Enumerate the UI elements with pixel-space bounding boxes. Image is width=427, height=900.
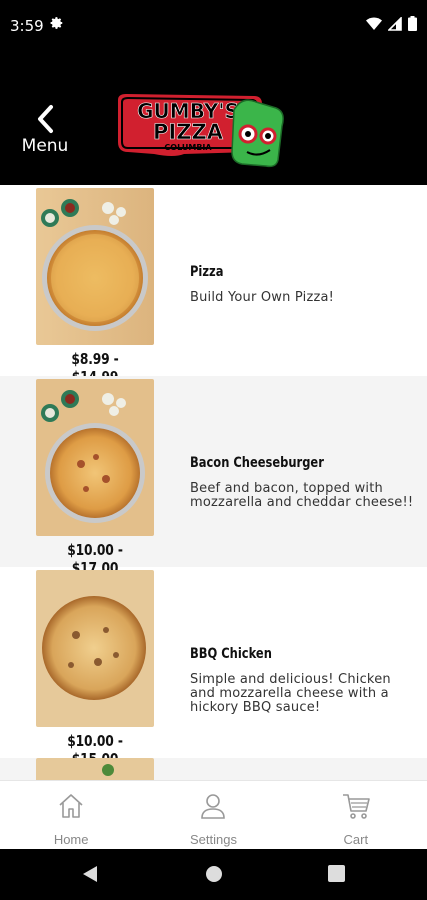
back-button[interactable]: Menu [18,104,72,158]
recents-square-icon[interactable] [328,865,345,887]
item-title: Pizza [190,264,224,280]
battery-icon [408,16,417,36]
item-description: Beef and bacon, topped with mozzarella a… [190,481,414,510]
tab-cart-label: Cart [343,832,369,847]
menu-item-pizza[interactable]: $8.99 - $14.99 Pizza Build Your Own Pizz… [0,185,427,386]
menu-item-bbq-chicken[interactable]: $10.00 - $15.00 BBQ Chicken Simple and d… [0,567,427,768]
item-description: Build Your Own Pizza! [190,290,335,305]
tab-cart[interactable]: Cart [285,781,427,849]
back-label: Menu [21,136,69,156]
status-bar: 3:59 [0,0,427,56]
item-description: Simple and delicious! Chicken and mozzar… [190,672,391,715]
partial-thumbnail [36,758,154,780]
chevron-left-icon [18,104,72,134]
home-icon [56,791,86,826]
menu-item-partial[interactable] [0,758,427,780]
wifi-icon [366,17,382,36]
item-title: Bacon Cheeseburger [190,455,324,471]
bottom-nav: Home Settings Cart [0,780,427,849]
back-triangle-icon[interactable] [82,865,98,888]
status-icons [366,15,417,36]
person-icon [198,791,228,826]
system-nav-bar [0,849,427,900]
signal-icon [387,15,402,36]
menu-item-bacon-cheeseburger[interactable]: $10.00 - $17.00 Bacon Cheeseburger Beef … [0,376,427,577]
tab-settings-label: Settings [190,832,237,847]
tab-settings[interactable]: Settings [142,781,284,849]
gumbys-pizza-logo[interactable]: GUMBY'S PIZZA COLUMBIA [114,94,290,170]
bbq-chicken-thumbnail [36,570,154,727]
item-title: BBQ Chicken [190,646,272,662]
pizza-thumbnail [36,188,154,345]
home-circle-icon[interactable] [205,865,223,888]
tab-home[interactable]: Home [0,781,142,849]
app-header: Menu GUMBY'S PIZZA COLUMBIA [0,56,427,185]
logo-line-2: PIZZA [153,120,224,144]
settings-icon [50,16,64,34]
tab-home-label: Home [53,832,89,847]
logo-line-3: COLUMBIA [164,143,212,152]
status-time: 3:59 [10,17,44,35]
menu-list[interactable]: $8.99 - $14.99 Pizza Build Your Own Pizz… [0,185,427,780]
bacon-cheeseburger-thumbnail [36,379,154,536]
cart-icon [341,791,371,826]
